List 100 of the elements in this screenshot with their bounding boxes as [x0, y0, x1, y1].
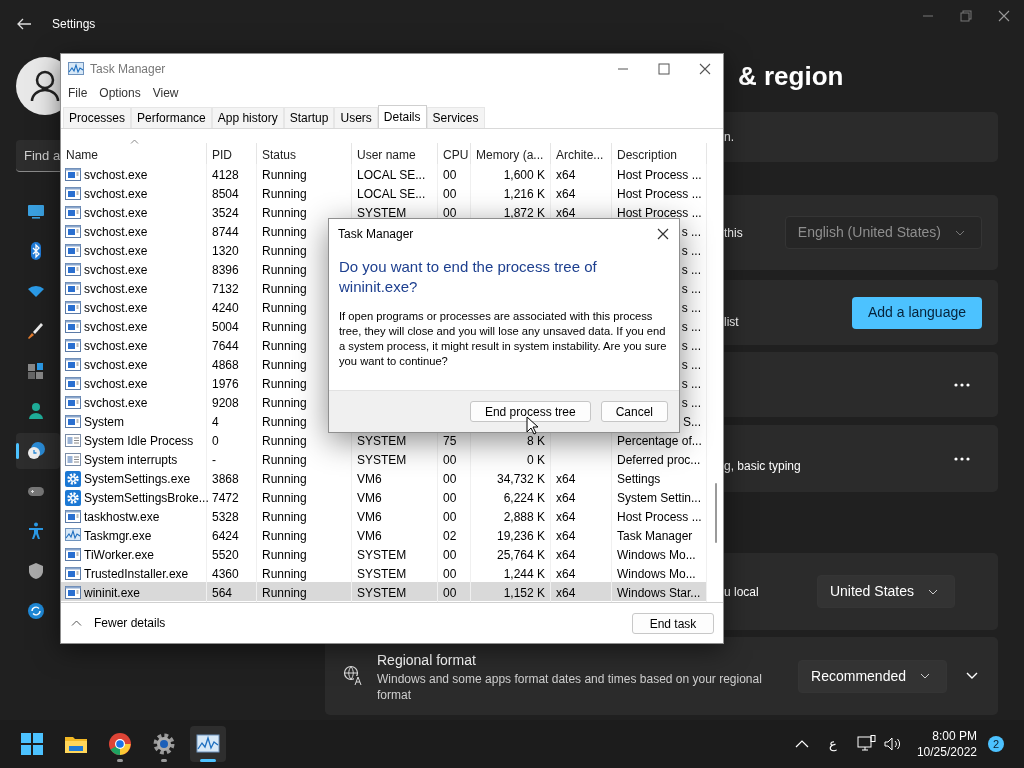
table-cell-text: 00 [443, 471, 457, 488]
table-cell-text: VM6 [357, 528, 382, 545]
end-task-button[interactable]: End task [632, 612, 714, 634]
column-header[interactable]: User name [352, 143, 438, 164]
menu-item[interactable]: Options [93, 84, 147, 102]
table-cell-text: 1,600 K [503, 167, 545, 184]
column-header[interactable]: Status [257, 143, 352, 164]
person-icon [30, 70, 60, 102]
taskbar-button[interactable] [190, 726, 226, 762]
table-cell-text: 7472 [212, 490, 239, 507]
application-icon [65, 224, 81, 238]
table-cell-text: x64 [556, 566, 576, 583]
table-cell-text: 6424 [212, 528, 239, 545]
menu-item[interactable]: File [62, 84, 94, 102]
windows-icon [20, 732, 44, 756]
table-cell-text: 25,764 K [496, 547, 545, 564]
menu-item[interactable]: View [146, 84, 185, 102]
table-cell-text: svchost.exe [84, 243, 148, 260]
close-icon[interactable] [699, 62, 711, 75]
add-language-button[interactable]: Add a language [851, 296, 982, 329]
time-label[interactable]: 8:00 PM [932, 728, 977, 744]
table-cell-text: s ... [681, 300, 701, 317]
shield-icon [26, 561, 46, 581]
scrollbar-thumb[interactable] [715, 483, 717, 543]
table-cell-text: Running [262, 585, 307, 602]
table-cell-text: s ... [681, 395, 701, 412]
table-cell-text: 9208 [212, 395, 239, 412]
dropdown[interactable]: United States [816, 575, 955, 608]
table-cell-text: s ... [681, 262, 701, 279]
table-cell-text: 7644 [212, 338, 239, 355]
tab[interactable]: Performance [131, 107, 212, 128]
column-header[interactable]: CPU [438, 143, 471, 164]
chevron-up-icon[interactable] [794, 740, 809, 748]
column-header[interactable]: Name [61, 143, 207, 164]
cancel-button[interactable]: Cancel [600, 401, 668, 422]
running-indicator [117, 759, 123, 762]
table-cell-text: svchost.exe [84, 281, 148, 298]
setting-title: Regional format [377, 650, 477, 670]
table-cell-text: 1,872 K [503, 205, 545, 222]
application-icon [65, 376, 81, 390]
column-header[interactable]: Memory (a... [471, 143, 551, 164]
network-icon[interactable] [856, 735, 877, 753]
setting-description: g, basic typing [724, 457, 801, 475]
table-cell-text: s ... [681, 281, 701, 298]
tab[interactable]: Startup [283, 107, 335, 128]
table-row[interactable]: wininit.exe 564 Running SYSTEM 00 1,152 K x64 Windows Star... [61, 582, 707, 601]
close-icon[interactable] [998, 10, 1010, 22]
table-cell-text: 3524 [212, 205, 239, 222]
tab[interactable]: Processes [63, 107, 132, 128]
table-cell-text: S... [683, 414, 701, 431]
tab[interactable]: Services [426, 107, 485, 128]
sidebar-item[interactable] [16, 433, 60, 469]
input-indicator[interactable]: ع [828, 734, 837, 754]
end-process-tree-button[interactable]: End process tree [469, 401, 591, 422]
column-header[interactable]: Description [612, 143, 707, 164]
volume-icon[interactable] [882, 736, 903, 752]
dialog-message: If open programs or processes are associated with this process tree, they will close and you will lose any unsaved data. If you end a system process, it might result in system instability. Are you sure you want to continue? [339, 309, 668, 369]
table-cell-text: 00 [443, 167, 457, 184]
table-cell-text: SystemSettingsBroke... [84, 490, 209, 507]
fewer-details-button[interactable]: Fewer details [71, 614, 166, 632]
search-field[interactable]: Find a [16, 140, 60, 172]
application-icon [65, 357, 81, 371]
dropdown[interactable]: Recommended [798, 659, 947, 693]
tab[interactable]: Users [334, 107, 378, 128]
table-cell-text: System [84, 414, 124, 431]
table-cell-text: Task Manager [617, 528, 693, 545]
tab[interactable]: Details [377, 105, 427, 128]
close-icon[interactable] [657, 228, 669, 240]
table-cell-text: svchost.exe [84, 376, 148, 393]
table-cell-text: Running [262, 471, 307, 488]
tab[interactable]: App history [211, 107, 284, 128]
page-title: & region [738, 60, 844, 92]
application-icon [65, 186, 81, 200]
column-header[interactable]: Archite... [551, 143, 612, 164]
table-cell-text: s ... [681, 376, 701, 393]
table-cell-text: 4868 [212, 357, 239, 374]
table-cell-text: Running [262, 452, 307, 469]
table-cell-text: 8 K [527, 433, 545, 450]
table-cell-text: 8744 [212, 224, 239, 241]
table-cell-text: 00 [443, 205, 457, 222]
table-cell-text: Running [262, 547, 307, 564]
table-cell-text: Running [262, 319, 307, 336]
date-label[interactable]: 10/25/2022 [916, 744, 977, 760]
restore-icon[interactable] [960, 10, 972, 22]
gear-icon [65, 471, 81, 487]
table-cell-text: 19,236 K [496, 528, 545, 545]
column-header[interactable]: PID [207, 143, 257, 164]
setting-description: this [724, 224, 743, 242]
table-cell-text: VM6 [357, 490, 382, 507]
table-cell-text: s ... [681, 338, 701, 355]
back-icon[interactable] [16, 18, 32, 30]
table-cell-text: 1,244 K [503, 566, 545, 583]
window-title: Settings [52, 16, 96, 33]
maximize-icon[interactable] [658, 62, 670, 75]
table-cell-text: Running [262, 186, 307, 203]
notification-badge[interactable]: 2 [988, 736, 1004, 752]
table-cell-text: Running [262, 395, 307, 412]
table-cell-text: Host Process ... [617, 167, 702, 184]
chevron-down-icon [928, 588, 938, 595]
dialog-title: Task Manager [338, 226, 414, 243]
